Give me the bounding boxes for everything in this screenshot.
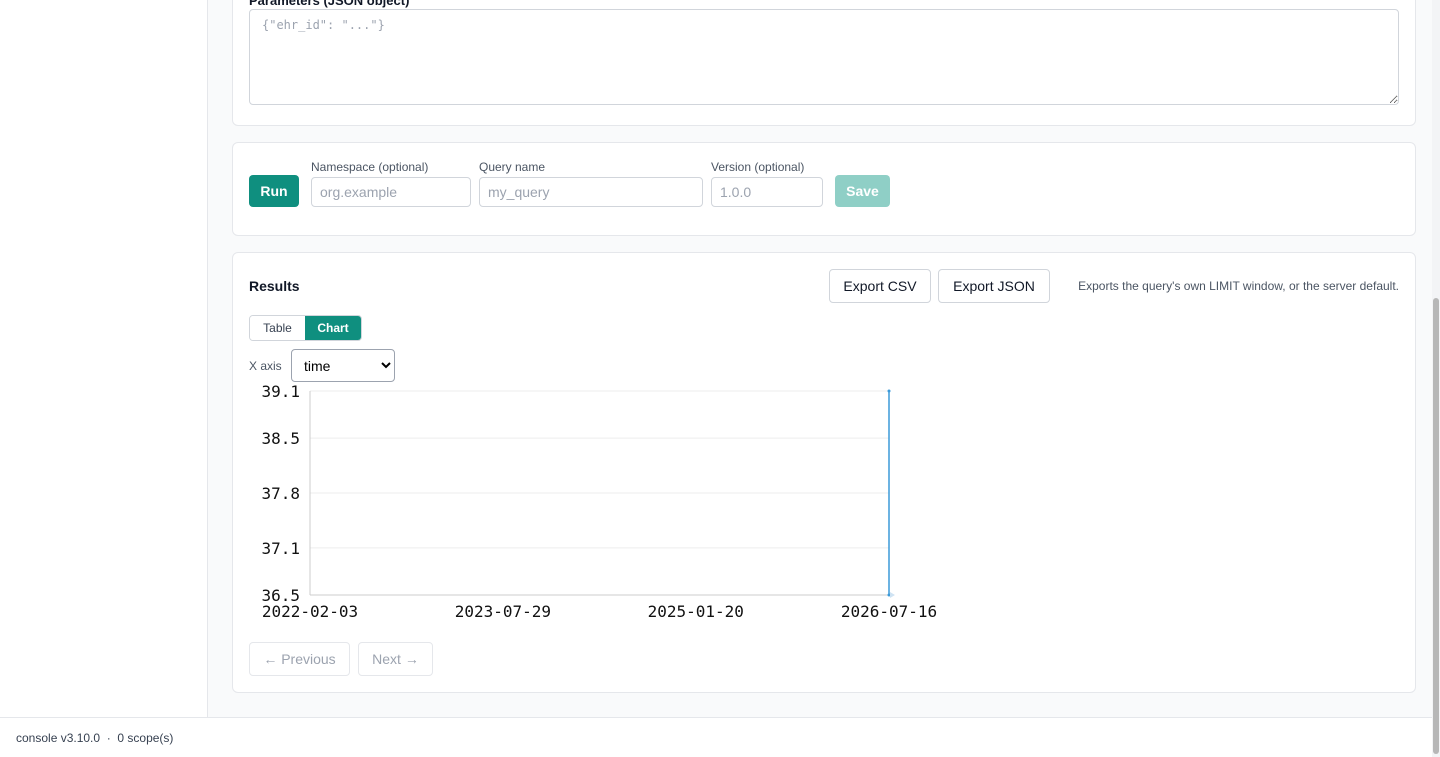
parameters-card: Parameters (JSON object) xyxy=(232,0,1416,126)
next-button[interactable]: Next → xyxy=(358,642,433,676)
export-csv-button[interactable]: Export CSV xyxy=(829,269,931,303)
run-card: Run Namespace (optional) Query name Vers… xyxy=(232,142,1416,236)
query-name-label: Query name xyxy=(479,160,546,174)
main-content: Parameters (JSON object) Run Namespace (… xyxy=(208,0,1432,717)
scrollbar[interactable] xyxy=(1432,0,1440,757)
y-tick-label: 37.1 xyxy=(261,539,300,558)
tab-table[interactable]: Table xyxy=(250,316,305,340)
namespace-input[interactable] xyxy=(311,177,471,207)
x-axis-select[interactable]: time xyxy=(291,349,395,382)
export-note: Exports the query's own LIMIT window, or… xyxy=(1078,279,1399,293)
footer-text: console v3.10.0 · 0 scope(s) xyxy=(16,731,174,745)
view-toggle: Table Chart xyxy=(249,315,362,341)
tab-chart[interactable]: Chart xyxy=(305,316,361,340)
scrollbar-thumb[interactable] xyxy=(1433,298,1439,754)
x-tick-label: 2022-02-03 xyxy=(262,602,358,621)
namespace-label: Namespace (optional) xyxy=(311,160,429,174)
x-tick-label: 2026-07-16 xyxy=(841,602,937,621)
x-axis-label: X axis xyxy=(249,359,282,373)
parameters-label: Parameters (JSON object) xyxy=(249,0,410,8)
query-name-input[interactable] xyxy=(479,177,703,207)
x-tick-label: 2023-07-29 xyxy=(455,602,551,621)
y-tick-label: 37.8 xyxy=(261,484,300,503)
save-button[interactable]: Save xyxy=(835,175,890,207)
version-input[interactable] xyxy=(711,177,823,207)
export-json-button[interactable]: Export JSON xyxy=(938,269,1050,303)
previous-button[interactable]: ← Previous xyxy=(249,642,350,676)
x-tick-label: 2025-01-20 xyxy=(648,602,744,621)
y-tick-label: 38.5 xyxy=(261,429,300,448)
y-tick-label: 39.1 xyxy=(261,383,300,401)
results-card: Results Export CSV Export JSON Exports t… xyxy=(232,252,1416,693)
data-point xyxy=(887,389,891,393)
chart: 36.5 37.1 37.8 38.5 39.1 2022-02-03 2023-07-29… xyxy=(249,383,969,623)
results-title: Results xyxy=(249,278,300,294)
run-button[interactable]: Run xyxy=(249,175,299,207)
sidebar xyxy=(0,0,208,717)
parameters-textarea[interactable] xyxy=(249,9,1399,105)
version-label: Version (optional) xyxy=(711,160,805,174)
chart-svg: 36.537.137.838.539.12022-02-03 2023-07-29… xyxy=(261,383,937,621)
footer: console v3.10.0 · 0 scope(s) xyxy=(0,717,1432,757)
x-axis-arrow xyxy=(890,592,895,598)
